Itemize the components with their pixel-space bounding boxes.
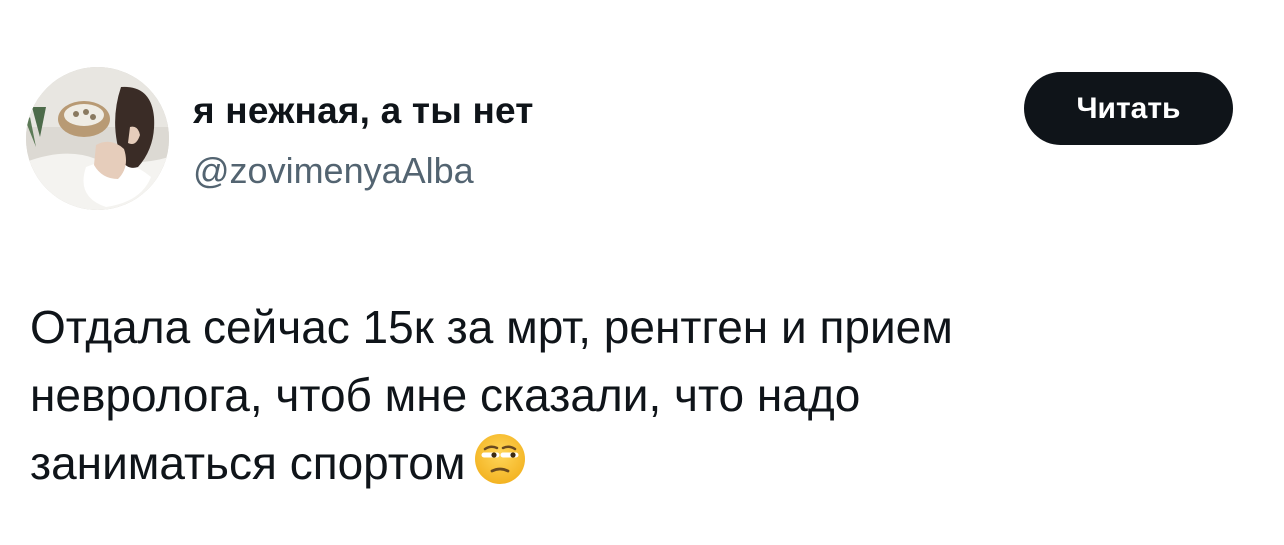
follow-button[interactable]: Читать xyxy=(1024,72,1233,145)
tweet-card: я нежная, а ты нет @zovimenyaAlba Читать… xyxy=(0,0,1284,545)
tweet-text: Отдала сейчас 15к за мрт, рентген и прие… xyxy=(30,293,1250,503)
tweet-text-line-content: заниматься спортом xyxy=(30,437,466,489)
tweet-text-line-last: заниматься спортом xyxy=(30,429,1250,503)
follow-button-label: Читать xyxy=(1076,91,1181,125)
tweet-text-line: невролога, чтоб мне сказали, что надо xyxy=(30,369,861,421)
author-display-name[interactable]: я нежная, а ты нет xyxy=(193,88,534,134)
avatar[interactable] xyxy=(26,67,169,210)
author-handle[interactable]: @zovimenyaAlba xyxy=(193,149,474,193)
unamused-face-icon xyxy=(474,433,526,503)
tweet-text-line: Отдала сейчас 15к за мрт, рентген и прие… xyxy=(30,301,953,353)
avatar-photo xyxy=(26,67,169,210)
